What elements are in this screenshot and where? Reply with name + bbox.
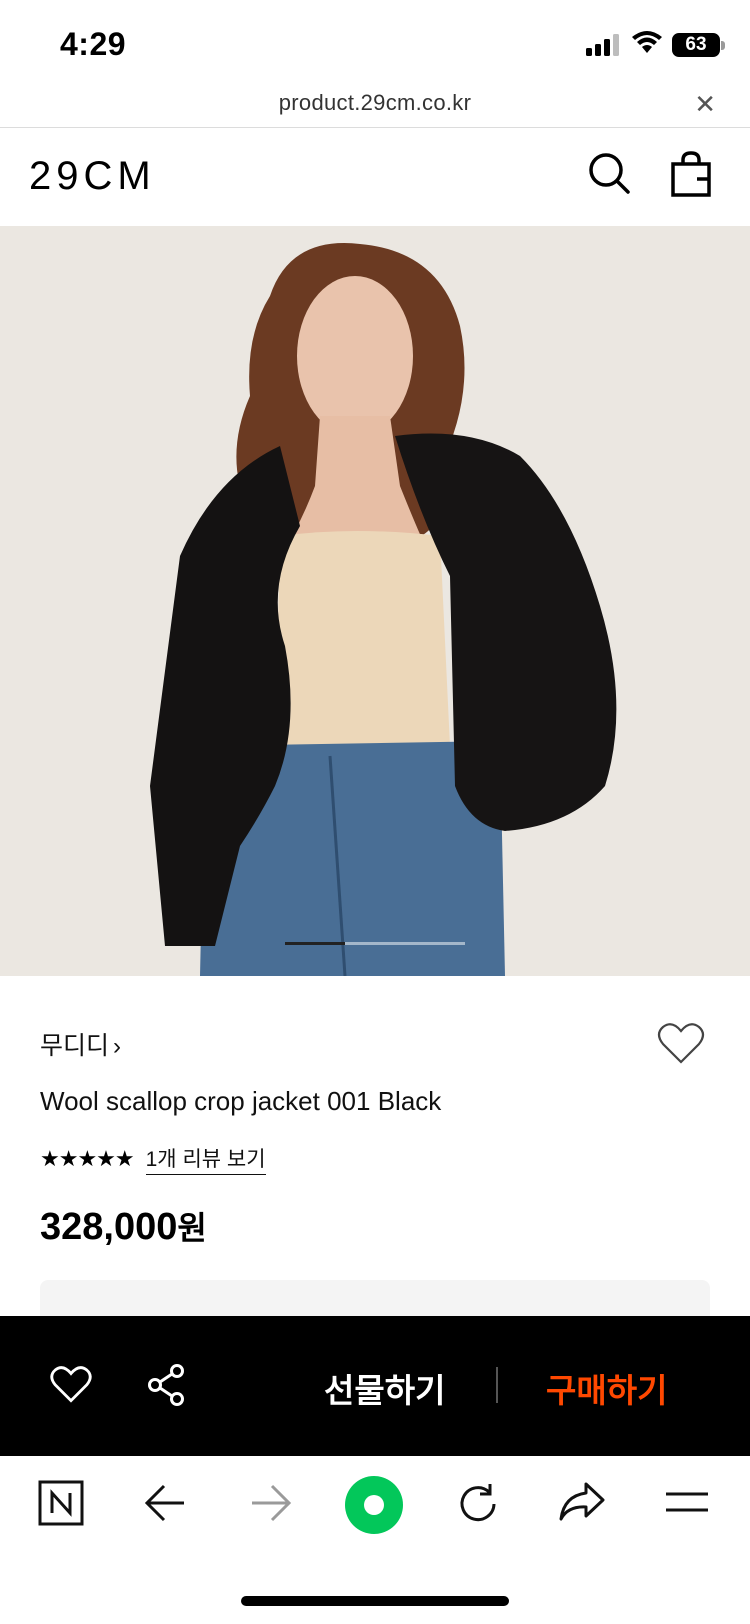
logo[interactable]: 29CM <box>29 154 156 199</box>
green-dot-icon[interactable] <box>344 1475 404 1535</box>
search-icon[interactable] <box>588 152 632 196</box>
shopping-bag-icon[interactable] <box>671 151 711 197</box>
divider <box>496 1367 498 1403</box>
product-image[interactable] <box>0 226 750 976</box>
browser-url-bar[interactable]: product.29cm.co.kr ✕ <box>0 86 750 128</box>
home-indicator[interactable] <box>241 1596 509 1606</box>
star-rating: ★★★★★ <box>40 1146 135 1171</box>
cellular-signal-icon <box>586 34 619 56</box>
chevron-right-icon: › <box>113 1033 122 1060</box>
site-header: 29CM <box>0 128 750 226</box>
battery-icon: 63 <box>672 33 725 57</box>
brand-name[interactable]: 무디디 <box>40 1032 109 1060</box>
heart-icon[interactable] <box>50 1364 92 1404</box>
share-icon[interactable] <box>147 1364 187 1406</box>
battery-level: 63 <box>685 34 707 55</box>
menu-icon[interactable] <box>664 1488 710 1516</box>
wishlist-heart-icon[interactable] <box>657 1021 705 1065</box>
price-value: 328,000 <box>40 1206 178 1248</box>
close-icon[interactable]: ✕ <box>694 89 716 120</box>
share-arrow-icon[interactable] <box>558 1482 606 1522</box>
brand-link[interactable]: 무디디 › <box>40 1026 121 1062</box>
status-time: 4:29 <box>60 26 127 62</box>
product-name: Wool scallop crop jacket 001 Black <box>40 1086 442 1116</box>
price: 328,000원 <box>40 1203 207 1249</box>
image-pager-indicator <box>285 942 465 945</box>
wifi-icon <box>632 31 662 53</box>
back-arrow-icon[interactable] <box>144 1484 186 1522</box>
purchase-action-bar: 선물하기 구매하기 <box>0 1316 750 1456</box>
rating-row: ★★★★★ 1개 리뷰 보기 <box>40 1143 266 1175</box>
naver-n-icon[interactable] <box>38 1480 84 1526</box>
product-photo <box>0 226 750 976</box>
reload-icon[interactable] <box>456 1482 500 1526</box>
forward-arrow-icon[interactable] <box>250 1484 292 1522</box>
browser-toolbar <box>0 1456 750 1624</box>
review-link[interactable]: 1개 리뷰 보기 <box>145 1143 266 1175</box>
buy-button[interactable]: 구매하기 <box>546 1364 667 1412</box>
status-bar: 4:29 63 <box>0 0 750 86</box>
price-unit: 원 <box>177 1210 207 1246</box>
gift-button[interactable]: 선물하기 <box>324 1364 445 1412</box>
url-text[interactable]: product.29cm.co.kr <box>0 90 750 116</box>
